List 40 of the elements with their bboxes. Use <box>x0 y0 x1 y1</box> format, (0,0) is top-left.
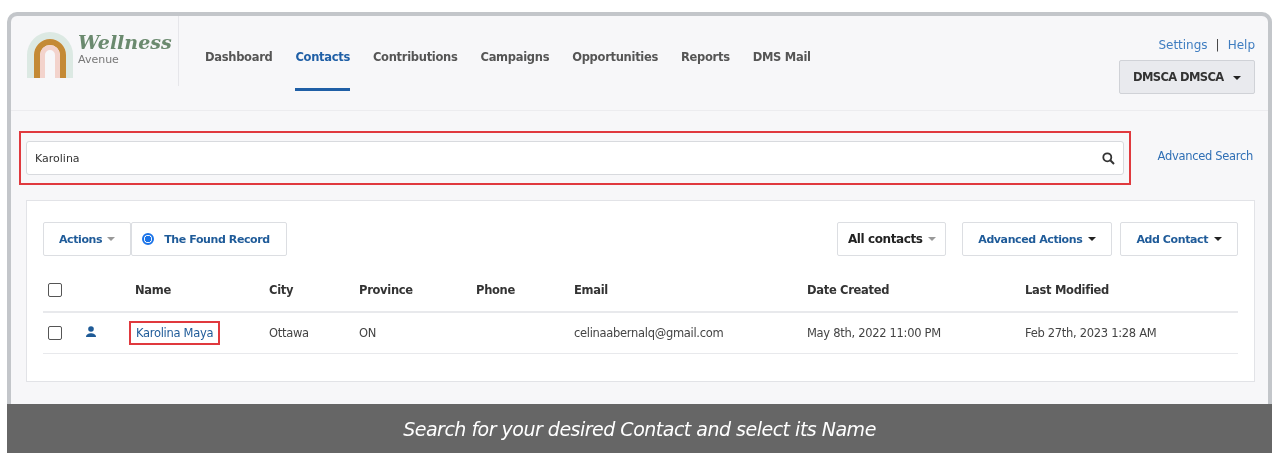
table-cell: May 8th, 2022 11:00 PM <box>807 326 941 340</box>
search-icon <box>1102 151 1115 165</box>
advanced-search-link[interactable]: Advanced Search <box>1157 149 1253 163</box>
column-header: Province <box>359 283 413 297</box>
nav-tab[interactable]: Opportunities <box>572 16 658 91</box>
column-header: Last Modified <box>1025 283 1110 297</box>
logo-subtitle: Avenue <box>78 54 120 66</box>
search-field[interactable]: Karolina <box>26 141 1124 175</box>
contact-name-link[interactable]: Karolina Maya <box>129 321 221 345</box>
logo-title: Wellness <box>78 30 172 54</box>
rainbow-logo-icon <box>25 30 75 80</box>
settings-link[interactable]: Settings <box>1158 38 1208 52</box>
nav-tab[interactable]: Campaigns <box>480 16 550 91</box>
column-header: Phone <box>476 283 515 297</box>
column-header: Email <box>574 283 608 297</box>
nav-tab[interactable]: Contacts <box>295 16 350 91</box>
column-header: Name <box>135 283 171 297</box>
column-header: City <box>269 283 294 297</box>
person-icon <box>86 326 96 337</box>
table-cell: Ottawa <box>269 326 309 340</box>
column-header: Date Created <box>807 283 890 297</box>
add-contact-dropdown[interactable]: Add Contact <box>1120 222 1238 256</box>
advanced-actions-dropdown[interactable]: Advanced Actions <box>962 222 1113 256</box>
select-all-checkbox[interactable] <box>48 283 62 298</box>
table-cell: ON <box>359 326 377 340</box>
nav-tab[interactable]: Reports <box>681 16 730 91</box>
actions-dropdown[interactable]: Actions <box>43 222 132 256</box>
caption-text: Search for your desired Contact and select its Name <box>403 417 876 440</box>
link-separator: | <box>1215 38 1220 52</box>
table-cell: Feb 27th, 2023 1:28 AM <box>1025 326 1157 340</box>
table-cell: celinaabernalq@gmail.com <box>574 326 724 340</box>
user-menu-button[interactable]: DMSCA DMSCA <box>1119 60 1255 94</box>
found-record-option[interactable]: The Found Record <box>131 222 287 256</box>
contacts-filter-dropdown[interactable]: All contacts <box>837 222 947 256</box>
nav-tab[interactable]: Contributions <box>373 16 458 91</box>
row-checkbox[interactable] <box>48 326 62 341</box>
nav-tab[interactable]: Dashboard <box>205 16 273 91</box>
nav-tab[interactable]: DMS Mail <box>752 16 811 91</box>
help-link[interactable]: Help <box>1227 38 1255 52</box>
radio-button[interactable] <box>142 233 155 245</box>
